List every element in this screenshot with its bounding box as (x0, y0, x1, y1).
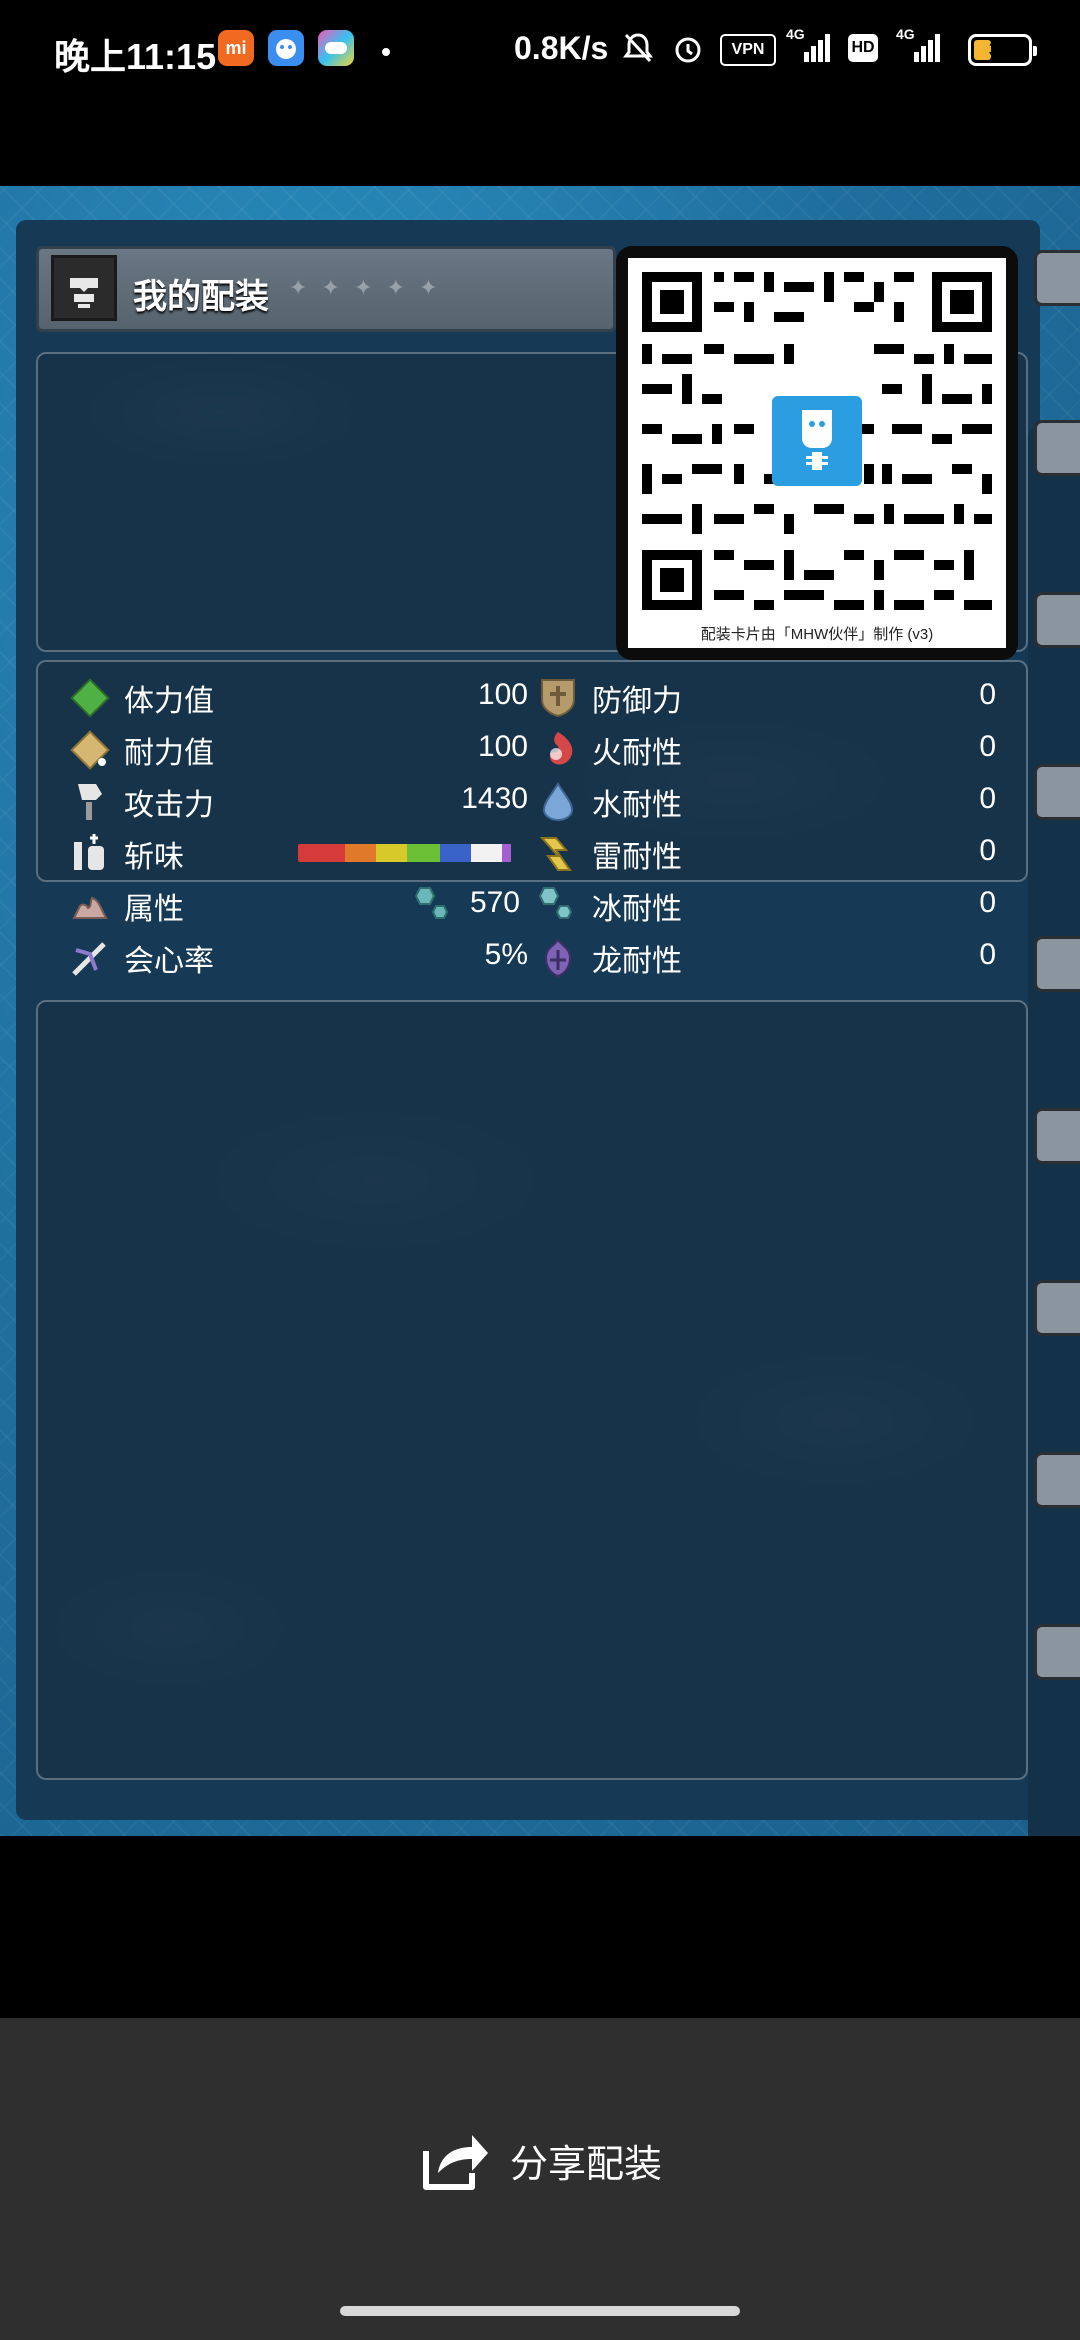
stat-health-value: 100 (477, 678, 528, 711)
share-label: 分享配装 (510, 2143, 663, 2186)
sidebar-mantle1-slot-icon (1034, 1452, 1080, 1508)
stat-attack: 攻击力 (68, 778, 214, 826)
stat-label: 体力值 (124, 685, 214, 718)
status-bar: 晚上11:15 mi 0.8K/s VPN 4G HD 4G 31 (0, 0, 1080, 100)
stat-label: 雷耐性 (592, 841, 682, 874)
sidebar-mantle2-slot-icon (1034, 1624, 1080, 1680)
attack-icon (68, 780, 112, 824)
stamina-icon (68, 728, 112, 772)
stat-ice-res: 冰耐性 (536, 882, 682, 930)
stat-element-value: 570 (469, 886, 520, 919)
thunder-res-icon (536, 832, 580, 876)
stat-label: 火耐性 (592, 737, 682, 770)
ice-res-icon (536, 884, 580, 928)
helmet-icon (51, 255, 117, 321)
battery-level: 31 (988, 39, 1012, 61)
stat-element: 属性 (68, 882, 184, 930)
stat-fire-res-value: 0 (979, 730, 996, 763)
element-icon (68, 884, 112, 928)
sharpness-segment (471, 844, 503, 862)
water-res-icon (536, 780, 580, 824)
stat-fire-res: 火耐性 (536, 726, 682, 774)
sharpness-segment (406, 844, 441, 862)
loadout-card: 我的配装 ✦ ✦ ✦ ✦ ✦ 配装卡片由「MHW伙伴」制作 (v3) 体力值 1… (0, 186, 1080, 1836)
mute-bell-icon (620, 30, 656, 66)
stat-label: 水耐性 (592, 789, 682, 822)
signal-icon-2: 4G (896, 26, 946, 66)
hd-badge: HD (848, 34, 878, 62)
notification-dot (382, 48, 390, 56)
mi-app-icon: mi (218, 30, 254, 66)
assistant-app-icon (268, 30, 304, 66)
sidebar-chest-slot-icon (1034, 592, 1080, 648)
stat-water-res-value: 0 (979, 782, 996, 815)
alarm-icon (670, 30, 706, 66)
signal-label-1: 4G (786, 26, 805, 42)
stat-affinity: 会心率 (68, 934, 214, 982)
battery-icon: 31 (968, 34, 1037, 66)
stat-label: 会心率 (124, 945, 214, 978)
stat-water-res: 水耐性 (536, 778, 682, 826)
stat-label: 耐力值 (124, 737, 214, 770)
card-title: 我的配装 (133, 278, 269, 316)
stat-label: 龙耐性 (592, 945, 682, 978)
stat-health: 体力值 (68, 674, 214, 722)
fire-res-icon (536, 728, 580, 772)
stat-label: 属性 (124, 893, 184, 926)
qr-caption: 配装卡片由「MHW伙伴」制作 (v3) (700, 626, 934, 643)
sharpness-segment (502, 844, 512, 862)
qr-code-card: 配装卡片由「MHW伙伴」制作 (v3) (616, 246, 1018, 660)
sharpness-segment (440, 844, 472, 862)
card-title-bar: 我的配装 ✦ ✦ ✦ ✦ ✦ (36, 246, 616, 332)
stat-thunder-res: 雷耐性 (536, 830, 682, 878)
stat-defense: 防御力 (536, 674, 682, 722)
stat-thunder-res-value: 0 (979, 834, 996, 867)
qr-code (642, 272, 992, 610)
game-app-icon (318, 30, 354, 66)
title-decoration: ✦ ✦ ✦ ✦ ✦ (289, 275, 442, 300)
vpn-badge: VPN (720, 34, 776, 66)
stat-sharpness: 斩味 (68, 830, 184, 878)
defense-icon (536, 676, 580, 720)
dragon-res-icon (536, 936, 580, 980)
signal-icon-1: 4G (786, 26, 834, 66)
sidebar-legs-slot-icon (1034, 1108, 1080, 1164)
affinity-icon (68, 936, 112, 980)
stat-ice-res-value: 0 (979, 886, 996, 919)
sidebar-waist-slot-icon (1034, 936, 1080, 992)
stat-stamina-value: 100 (477, 730, 528, 763)
sharpness-segment (298, 844, 345, 862)
stat-label: 攻击力 (124, 789, 214, 822)
home-indicator[interactable] (340, 2306, 740, 2316)
stat-label: 冰耐性 (592, 893, 682, 926)
sharpness-segment (375, 844, 407, 862)
stat-dragon-res: 龙耐性 (536, 934, 682, 982)
health-icon (68, 676, 112, 720)
sharpness-icon (68, 832, 112, 876)
skills-panel (36, 1000, 1028, 1780)
sharpness-segment (344, 844, 376, 862)
stat-defense-value: 0 (979, 678, 996, 711)
sharpness-bar (298, 844, 520, 862)
sidebar-head-slot-icon (1034, 420, 1080, 476)
share-loadout-button[interactable]: 分享配装 (420, 2124, 680, 2196)
stat-label: 防御力 (592, 685, 682, 718)
stat-label: 斩味 (124, 841, 184, 874)
stat-dragon-res-value: 0 (979, 938, 996, 971)
status-time: 晚上11:15 (54, 36, 217, 77)
sidebar-arm-slot-icon (1034, 764, 1080, 820)
stat-stamina: 耐力值 (68, 726, 214, 774)
stat-affinity-value: 5% (484, 938, 528, 971)
stat-attack-value: 1430 (461, 782, 528, 815)
sidebar-weapon-slot-icon (1034, 250, 1080, 306)
share-icon (423, 2135, 488, 2190)
network-speed: 0.8K/s (514, 30, 609, 66)
signal-label-2: 4G (896, 26, 915, 42)
sidebar-charm-slot-icon (1034, 1280, 1080, 1336)
